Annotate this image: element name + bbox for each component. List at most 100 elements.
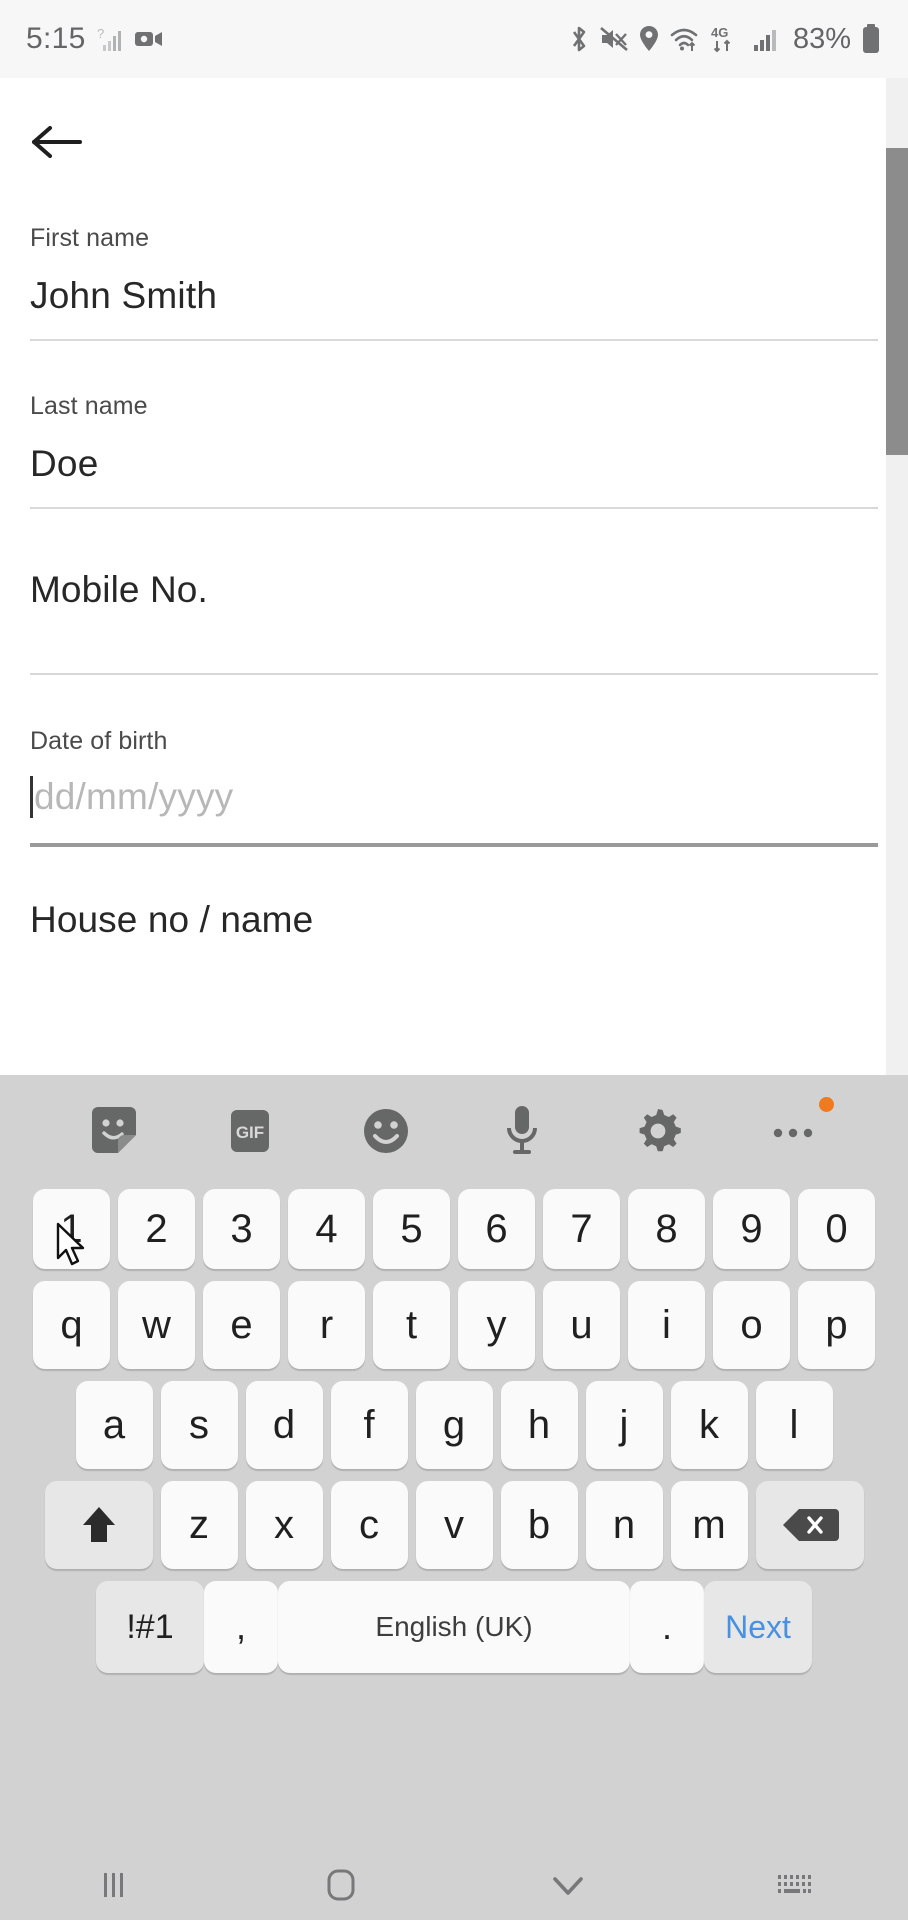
cellular-signal-icon <box>753 25 781 53</box>
field-underline <box>30 339 878 341</box>
scrollbar-thumb[interactable] <box>886 148 908 455</box>
svg-text:GIF: GIF <box>236 1123 264 1142</box>
more-options-icon[interactable] <box>726 1075 862 1187</box>
key-h[interactable]: h <box>500 1381 578 1469</box>
key-l[interactable]: l <box>755 1381 833 1469</box>
key-u[interactable]: u <box>543 1281 620 1369</box>
field-underline <box>30 507 878 509</box>
key-2[interactable]: 2 <box>118 1189 195 1269</box>
key-4[interactable]: 4 <box>288 1189 365 1269</box>
gear-icon[interactable] <box>590 1075 726 1187</box>
key-m[interactable]: m <box>670 1481 748 1569</box>
mute-icon <box>599 25 629 53</box>
status-bar-left: 5:15 ? <box>26 22 164 56</box>
next-key[interactable]: Next <box>704 1581 812 1673</box>
toolbar <box>0 78 908 168</box>
bluetooth-icon <box>568 24 590 54</box>
shift-key[interactable] <box>44 1481 153 1569</box>
field-first-name[interactable]: First name John Smith <box>30 224 878 341</box>
field-house-no-name[interactable]: House no / name <box>30 899 878 941</box>
key-r[interactable]: r <box>288 1281 365 1369</box>
shift-arrow-icon <box>82 1507 115 1542</box>
notification-badge <box>819 1097 834 1112</box>
symbols-key[interactable]: !#1 <box>96 1581 204 1673</box>
key-j[interactable]: j <box>585 1381 663 1469</box>
form-content: First name John Smith Last name Doe Mobi… <box>0 78 908 1075</box>
field-date-of-birth[interactable]: Date of birth dd/mm/yyyy <box>30 727 878 847</box>
sticker-icon[interactable] <box>46 1075 182 1187</box>
navigation-bar <box>0 1850 908 1920</box>
key-v[interactable]: v <box>415 1481 493 1569</box>
key-q[interactable]: q <box>33 1281 110 1369</box>
key-e[interactable]: e <box>203 1281 280 1369</box>
key-g[interactable]: g <box>415 1381 493 1469</box>
video-camera-icon <box>134 26 164 52</box>
key-w[interactable]: w <box>118 1281 195 1369</box>
microphone-icon[interactable] <box>454 1075 590 1187</box>
key-b[interactable]: b <box>500 1481 578 1569</box>
phone-screen: 5:15 ? 4G 83% First name John Smith Last… <box>0 0 908 1920</box>
key-i[interactable]: i <box>628 1281 705 1369</box>
key-k[interactable]: k <box>670 1381 748 1469</box>
key-z[interactable]: z <box>160 1481 238 1569</box>
key-c[interactable]: c <box>330 1481 408 1569</box>
home-button[interactable] <box>227 1865 454 1905</box>
key-8[interactable]: 8 <box>628 1189 705 1269</box>
field-list: First name John Smith Last name Doe Mobi… <box>0 224 908 941</box>
key-6[interactable]: 6 <box>458 1189 535 1269</box>
key-7[interactable]: 7 <box>543 1189 620 1269</box>
keyboard-toggle-button[interactable] <box>681 1868 908 1902</box>
backspace-icon <box>782 1509 839 1541</box>
key-s[interactable]: s <box>160 1381 238 1469</box>
keyboard-icon <box>777 1875 811 1893</box>
period-key[interactable]: . <box>630 1581 704 1673</box>
field-placeholder: dd/mm/yyyy <box>34 776 234 817</box>
field-mobile-no[interactable]: Mobile No. <box>30 569 878 675</box>
4g-icon: 4G <box>710 24 744 54</box>
key-t[interactable]: t <box>373 1281 450 1369</box>
key-0[interactable]: 0 <box>798 1189 875 1269</box>
field-label: House no / name <box>30 899 314 940</box>
key-3[interactable]: 3 <box>203 1189 280 1269</box>
recents-icon <box>103 1873 123 1897</box>
field-label: First name <box>30 224 150 252</box>
back-button[interactable] <box>30 116 90 168</box>
key-a[interactable]: a <box>75 1381 153 1469</box>
battery-percent: 83% <box>792 22 851 55</box>
status-bar: 5:15 ? 4G 83% <box>0 0 908 78</box>
on-screen-keyboard: GIF 1 2 3 4 5 6 7 8 9 0 q w e r t y u i … <box>0 1075 908 1850</box>
key-p[interactable]: p <box>798 1281 875 1369</box>
gif-icon[interactable]: GIF <box>182 1075 318 1187</box>
wifi-icon <box>669 25 701 53</box>
keyboard-rows: 1 2 3 4 5 6 7 8 9 0 q w e r t y u i o p … <box>0 1189 908 1673</box>
field-label: Mobile No. <box>30 569 208 610</box>
keyboard-row-z: z x c v b n m <box>8 1481 900 1569</box>
back-arrow-icon <box>32 126 82 158</box>
signal-unknown-icon: ? <box>97 25 123 53</box>
battery-icon <box>860 23 882 55</box>
emoji-icon[interactable] <box>318 1075 454 1187</box>
key-n[interactable]: n <box>585 1481 663 1569</box>
key-9[interactable]: 9 <box>713 1189 790 1269</box>
key-o[interactable]: o <box>713 1281 790 1369</box>
key-x[interactable]: x <box>245 1481 323 1569</box>
field-underline <box>30 673 878 675</box>
dismiss-keyboard-button[interactable] <box>454 1869 681 1901</box>
comma-key[interactable]: , <box>204 1581 278 1673</box>
space-key[interactable]: English (UK) <box>278 1581 630 1673</box>
svg-text:4G: 4G <box>711 25 728 40</box>
location-icon <box>638 24 660 54</box>
recents-button[interactable] <box>0 1867 227 1903</box>
keyboard-toolbar: GIF <box>0 1075 908 1187</box>
home-icon <box>327 1869 354 1901</box>
key-1[interactable]: 1 <box>33 1189 110 1269</box>
key-y[interactable]: y <box>458 1281 535 1369</box>
key-d[interactable]: d <box>245 1381 323 1469</box>
key-5[interactable]: 5 <box>373 1189 450 1269</box>
field-last-name[interactable]: Last name Doe <box>30 392 878 509</box>
keyboard-row-numbers: 1 2 3 4 5 6 7 8 9 0 <box>8 1189 900 1269</box>
status-time: 5:15 <box>26 22 86 55</box>
field-label: Date of birth <box>30 727 168 755</box>
backspace-key[interactable] <box>755 1481 864 1569</box>
key-f[interactable]: f <box>330 1381 408 1469</box>
